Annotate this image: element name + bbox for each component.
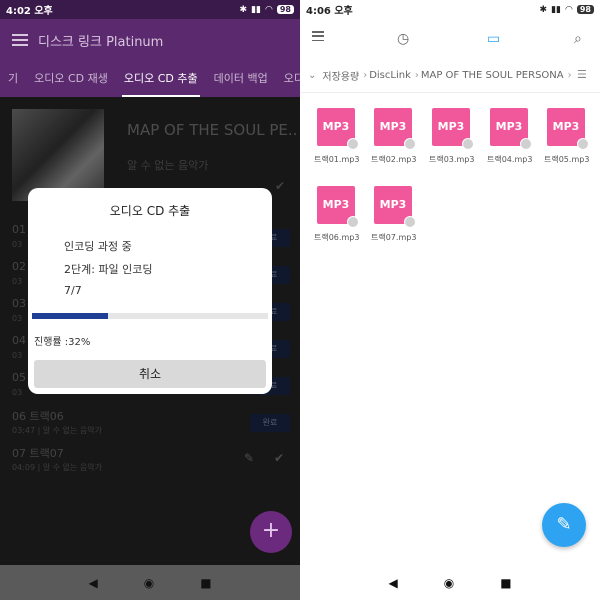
- battery-icon: 98: [576, 5, 594, 14]
- breadcrumb-item[interactable]: DiscLink: [369, 70, 411, 81]
- select-indicator[interactable]: [462, 138, 474, 150]
- chevron-right-icon: ›: [414, 69, 419, 81]
- back-icon[interactable]: ◀: [88, 576, 97, 590]
- list-view-icon[interactable]: ☰: [577, 68, 587, 81]
- rip-progress-dialog: 오디오 CD 추출 인코딩 과정 중 2단계: 파일 인코딩 7/7 진행률 :…: [28, 188, 272, 394]
- progress-fill: [32, 313, 108, 319]
- tab-audio-cd-play[interactable]: 오디오 CD 재생: [26, 61, 116, 97]
- dialog-status: 인코딩 과정 중: [64, 240, 132, 253]
- signal-icon: ▮▮: [551, 4, 561, 15]
- app-bar: 디스크 링크 Platinum: [0, 19, 300, 61]
- chevron-down-icon[interactable]: ⌄: [308, 70, 316, 81]
- add-icon[interactable]: +: [250, 511, 292, 553]
- search-icon[interactable]: ⌕: [574, 31, 582, 47]
- bluetooth-icon: ✱: [239, 4, 248, 15]
- file-name: 트랙02.mp3: [371, 155, 417, 164]
- status-icons: ✱ ▮▮ ◠ 98: [540, 5, 594, 15]
- tab-partial-right[interactable]: 오디: [276, 61, 300, 97]
- menu-icon[interactable]: [312, 31, 324, 41]
- file-item[interactable]: MP3 트랙05.mp3: [544, 108, 600, 172]
- select-indicator[interactable]: [347, 138, 359, 150]
- cancel-button[interactable]: 취소: [34, 360, 266, 388]
- recents-icon[interactable]: ■: [500, 576, 511, 590]
- progress-percent: 진행률 :32%: [34, 337, 91, 348]
- file-item[interactable]: MP3 트랙02.mp3: [371, 108, 427, 172]
- folder-icon[interactable]: ▭: [487, 31, 500, 47]
- right-screen: 4:06 오후 ✱ ▮▮ ◠ 98 ◷ ▭ ⌕ ⌄ 저장용량 › DiscLin…: [300, 0, 600, 600]
- select-indicator[interactable]: [577, 138, 589, 150]
- app-title: 디스크 링크 Platinum: [38, 34, 164, 50]
- file-item[interactable]: MP3 트랙04.mp3: [487, 108, 543, 172]
- select-indicator[interactable]: [520, 138, 532, 150]
- breadcrumb: ⌄ 저장용량 › DiscLink › MAP OF THE SOUL PERS…: [300, 62, 600, 88]
- toolbar: ◷ ▭ ⌕: [300, 19, 600, 59]
- tab-audio-cd-rip[interactable]: 오디오 CD 추출: [116, 61, 206, 97]
- nav-bar: ◀ ◉ ■: [0, 565, 300, 600]
- file-name: 트랙06.mp3: [314, 233, 360, 242]
- status-time: 4:02 오후: [6, 6, 53, 17]
- dialog-title: 오디오 CD 추출: [109, 204, 191, 218]
- select-indicator[interactable]: [347, 216, 359, 228]
- dialog-step: 2단계: 파일 인코딩: [64, 263, 153, 276]
- chevron-right-icon: ›: [567, 69, 572, 81]
- bluetooth-icon: ✱: [539, 4, 548, 15]
- nav-bar: ◀ ◉ ■: [300, 565, 600, 600]
- file-item[interactable]: MP3 트랙01.mp3: [314, 108, 370, 172]
- status-bar: 4:06 오후 ✱ ▮▮ ◠ 98: [300, 0, 600, 19]
- tab-data-backup[interactable]: 데이터 백업: [206, 61, 276, 97]
- tab-partial-left[interactable]: 기: [0, 61, 26, 97]
- file-item[interactable]: MP3 트랙06.mp3: [314, 186, 370, 250]
- dialog-count: 7/7: [64, 284, 82, 297]
- tab-bar: 기 오디오 CD 재생 오디오 CD 추출 데이터 백업 오디: [0, 61, 300, 97]
- file-name: 트랙07.mp3: [371, 233, 417, 242]
- select-indicator[interactable]: [404, 138, 416, 150]
- breadcrumb-item[interactable]: 저장용량: [322, 68, 359, 83]
- left-screen: 4:02 오후 ✱ ▮▮ ◠ 98 디스크 링크 Platinum 기 오디오 …: [0, 0, 300, 600]
- wifi-icon: ◠: [265, 4, 273, 15]
- file-name: 트랙01.mp3: [314, 155, 360, 164]
- status-icons: ✱ ▮▮ ◠ 98: [240, 5, 294, 15]
- file-item[interactable]: MP3 트랙07.mp3: [371, 186, 427, 250]
- file-item[interactable]: MP3 트랙03.mp3: [429, 108, 485, 172]
- status-bar: 4:02 오후 ✱ ▮▮ ◠ 98: [0, 0, 300, 19]
- divider: [300, 92, 600, 93]
- select-indicator[interactable]: [404, 216, 416, 228]
- history-icon[interactable]: ◷: [397, 31, 409, 47]
- back-icon[interactable]: ◀: [388, 576, 397, 590]
- file-name: 트랙03.mp3: [429, 155, 475, 164]
- status-time: 4:06 오후: [306, 6, 353, 17]
- breadcrumb-item[interactable]: MAP OF THE SOUL PERSONA: [421, 70, 564, 81]
- file-name: 트랙04.mp3: [487, 155, 533, 164]
- file-name: 트랙05.mp3: [544, 155, 590, 164]
- clean-icon[interactable]: ✎: [542, 503, 586, 547]
- battery-icon: 98: [276, 5, 294, 14]
- menu-icon[interactable]: [12, 34, 28, 46]
- wifi-icon: ◠: [565, 4, 573, 15]
- home-icon[interactable]: ◉: [444, 576, 454, 590]
- recents-icon[interactable]: ■: [200, 576, 211, 590]
- chevron-right-icon: ›: [363, 69, 368, 81]
- signal-icon: ▮▮: [251, 4, 261, 15]
- home-icon[interactable]: ◉: [144, 576, 154, 590]
- progress-bar: [32, 313, 268, 319]
